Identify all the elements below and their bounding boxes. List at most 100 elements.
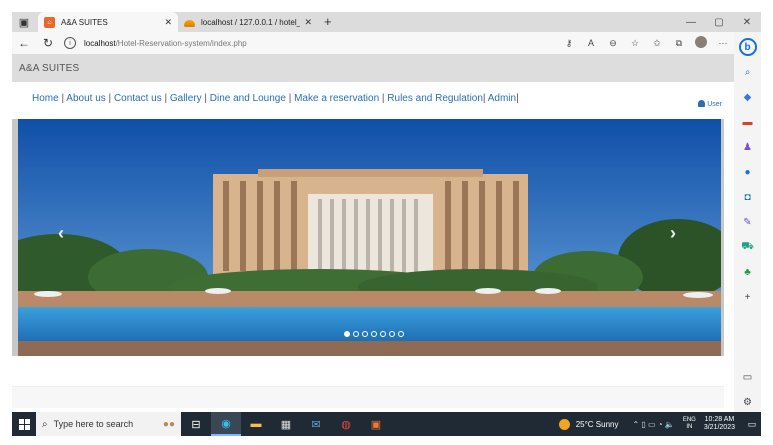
page-footer-strip [12,386,724,408]
user-link[interactable]: User [698,100,722,108]
menu-link[interactable]: Gallery [170,93,202,104]
menu-link[interactable]: Admin [488,93,516,104]
file-explorer-icon[interactable]: ▬ [241,412,271,436]
outlook-icon[interactable]: ◘ [738,187,758,207]
brand-title: A&A SUITES [19,62,80,74]
zoom-icon[interactable]: ⊖ [602,38,624,49]
tab-close-icon[interactable]: ✕ [164,17,172,28]
carousel-indicator[interactable] [388,331,395,337]
edit-icon[interactable]: ✎ [738,212,758,232]
close-window-icon[interactable]: ✕ [733,17,761,28]
search-icon: ⌕ [42,418,48,430]
carousel-indicator[interactable] [370,331,377,337]
weather-widget[interactable]: 25°C Sunny [558,418,619,430]
tab-close-icon[interactable]: ✕ [304,17,312,28]
menu-separator: | [516,93,519,104]
carousel-prev-icon[interactable]: ‹ [58,223,64,244]
address-bar: ← ↻ i localhost /Hotel-Reservation-syste… [12,32,734,54]
url-path: /Hotel-Reservation-system/index.php [115,38,247,48]
window-controls: — ▢ ✕ [677,12,761,32]
tab-label: A&A SUITES [61,17,108,27]
system-tray: 25°C Sunny ⌃ ▯ ▭ ◔ 🔈 ENG IN 10:28 AM 3/2… [558,412,761,436]
tag-icon[interactable]: ◆ [738,87,758,107]
edge-sidebar: b ⌕ ◆ ▬ ♟ ● ◘ ✎ ⛟ ♣ + ▭ ⚙ [734,32,761,412]
favorites-icon[interactable]: ✩ [646,38,668,49]
carousel-indicators [342,331,405,337]
store-icon[interactable]: ▦ [271,412,301,436]
briefcase-icon[interactable]: ▬ [738,112,758,132]
refresh-icon[interactable]: ↻ [36,36,60,50]
settings-icon[interactable]: ⚙ [738,392,758,412]
profile-avatar[interactable] [690,36,712,50]
windows-taskbar: ⌕ Type here to search ●● ⊟ ◉ ▬ ▦ ✉ ◍ ▣ 2… [12,412,761,436]
browser-titlebar: ▣ ⌂ A&A SUITES ✕ localhost / 127.0.0.1 /… [12,12,761,32]
add-favorite-icon[interactable]: ☆ [624,38,646,49]
read-aloud-icon[interactable]: A [580,38,602,48]
hero-carousel: ‹ › [12,119,724,356]
games-icon[interactable]: ♟ [738,137,758,157]
xampp-icon[interactable]: ▣ [361,412,391,436]
lang-top: ENG [682,417,696,423]
menu-separator: | [105,93,114,104]
maximize-icon[interactable]: ▢ [705,17,733,28]
user-link-label: User [707,101,722,108]
user-icon [698,100,706,107]
windows-start-icon[interactable] [12,412,36,436]
chrome-icon[interactable]: ◍ [331,412,361,436]
collections-icon[interactable]: ⧉ [668,38,690,49]
hotel-image [18,119,721,356]
carousel-indicator[interactable] [397,331,404,337]
menu-link[interactable]: About us [66,93,105,104]
cart-icon[interactable]: ⛟ [738,237,758,257]
tab-aa-suites[interactable]: ⌂ A&A SUITES ✕ [38,12,178,32]
site-favicon-icon: ⌂ [44,16,55,28]
carousel-indicator[interactable] [379,331,386,337]
weather-text: 25°C Sunny [575,419,619,429]
menu-link[interactable]: Dine and Lounge [210,93,286,104]
key-icon[interactable]: ⚷ [558,38,580,49]
lang-bottom: IN [686,424,693,430]
task-view-icon[interactable]: ⊟ [181,412,211,436]
easter-eggs-icon: ●● [162,418,175,430]
mail-icon[interactable]: ✉ [301,412,331,436]
carousel-indicator[interactable] [343,331,350,337]
tab-phpmyadmin[interactable]: localhost / 127.0.0.1 / hotel_db / ✕ [178,12,318,32]
notification-icon[interactable]: ▭ [743,419,761,430]
search-icon[interactable]: ⌕ [738,62,758,82]
tab-actions-icon[interactable]: ▣ [16,14,32,30]
sidebar-panel-icon[interactable]: ▭ [738,367,758,387]
site-header: A&A SUITES [12,54,734,82]
carousel-indicator[interactable] [352,331,359,337]
menu-link[interactable]: Contact us [114,93,162,104]
language-indicator[interactable]: ENG IN [683,417,696,431]
tray-icons[interactable]: ⌃ ▯ ▭ ◔ 🔈 [632,420,674,429]
office-icon[interactable]: ● [738,162,758,182]
minimize-icon[interactable]: — [677,17,705,28]
tree-icon[interactable]: ♣ [738,262,758,282]
hotel-photo [18,119,721,356]
site-info-icon[interactable]: i [64,37,76,49]
clock[interactable]: 10:28 AM 3/21/2023 [704,416,735,432]
menu-separator: | [201,93,210,104]
add-icon[interactable]: + [738,287,758,307]
clock-date: 3/21/2023 [703,424,735,431]
edge-app-icon[interactable]: ◉ [211,412,241,436]
more-icon[interactable]: ··· [712,38,734,48]
main-menu: Home | About us | Contact us | Gallery |… [32,93,519,104]
menu-link[interactable]: Rules and Regulation [387,93,483,104]
phpmyadmin-favicon-icon [184,20,195,27]
taskbar-search[interactable]: ⌕ Type here to search ●● [36,412,181,436]
menu-link[interactable]: Make a reservation [294,93,379,104]
back-icon[interactable]: ← [12,36,36,50]
carousel-next-icon[interactable]: › [670,223,676,244]
tab-label: localhost / 127.0.0.1 / hotel_db / [201,17,300,27]
menu-link[interactable]: Home [32,93,59,104]
url-field[interactable]: i localhost /Hotel-Reservation-system/in… [64,34,554,52]
sun-icon [558,418,570,430]
menu-separator: | [285,93,295,104]
carousel-indicator[interactable] [361,331,368,337]
bing-icon[interactable]: b [738,37,758,57]
new-tab-icon[interactable]: + [324,12,332,32]
menu-separator: | [161,93,170,104]
url-host: localhost [84,38,116,48]
